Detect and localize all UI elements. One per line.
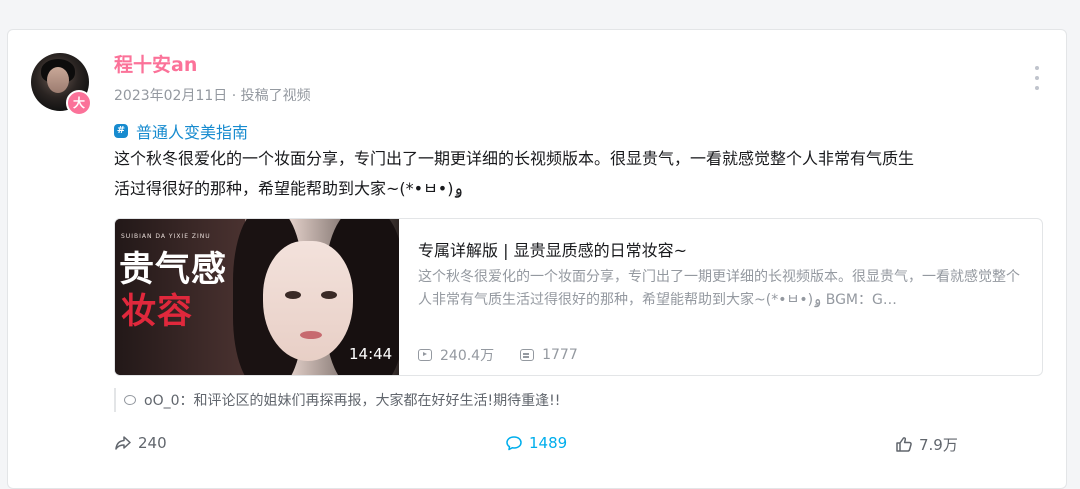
comment-icon	[506, 436, 522, 451]
video-card[interactable]: SUIBIAN DA YIXIE ZINU 贵气感 妆容 14:44 专属详解版…	[114, 218, 1043, 376]
video-description: 这个秋冬很爱化的一个妆面分享，专门出了一期更详细的长视频版本。很显贵气，一看就感…	[418, 269, 1020, 308]
video-thumbnail[interactable]: SUIBIAN DA YIXIE ZINU 贵气感 妆容 14:44	[115, 219, 399, 375]
pinned-comment-text: oO_0：和评论区的姐妹们再探再报，大家都在好好生活!期待重逢!!	[144, 393, 561, 409]
view-count: 240.4万	[440, 348, 495, 364]
post-content-line: 活过得很好的那种，希望能帮助到大家~(*•ㅂ•)ۅ	[114, 179, 463, 198]
video-duration: 14:44	[349, 345, 393, 363]
more-options-icon[interactable]	[1033, 66, 1041, 90]
topic-icon: #	[114, 124, 128, 138]
thumbnail-title-2: 妆容	[121, 292, 194, 332]
like-count: 7.9万	[919, 436, 958, 454]
avatar-face	[47, 67, 69, 93]
comment-button[interactable]: 1489	[505, 434, 567, 452]
post-content: 这个秋冬很爱化的一个妆面分享，专门出了一期更详细的长视频版本。很显贵气，一看就感…	[114, 144, 1034, 204]
thumbnail-caption: SUIBIAN DA YIXIE ZINU	[121, 233, 211, 240]
share-icon	[115, 436, 131, 450]
topic-label: 普通人变美指南	[136, 123, 249, 142]
video-title[interactable]: 专属详解版 | 显贵显质感的日常妆容~	[418, 237, 687, 261]
pinned-comment[interactable]: oO_0：和评论区的姐妹们再探再报，大家都在好好生活!期待重逢!!	[114, 388, 560, 412]
comment-bubble-icon	[124, 395, 136, 405]
post-card: 大 程十安an 2023年02月11日 · 投稿了视频 # 普通人变美指南 这个…	[7, 29, 1067, 489]
forward-button[interactable]: 240	[114, 434, 167, 452]
post-meta: 2023年02月11日 · 投稿了视频	[114, 88, 311, 104]
video-stats: 240.4万 1777	[418, 345, 604, 365]
danmaku-count: 1777	[542, 347, 578, 363]
action-bar: 240 1489 7.9万	[8, 426, 1068, 462]
comment-count: 1489	[529, 434, 568, 452]
like-button[interactable]: 7.9万	[895, 434, 958, 455]
thumbs-up-icon	[896, 437, 912, 452]
forward-count: 240	[138, 434, 167, 452]
play-count-icon	[418, 349, 432, 361]
post-content-line: 这个秋冬很爱化的一个妆面分享，专门出了一期更详细的长视频版本。很显贵气，一看就感…	[114, 149, 915, 168]
vip-badge: 大	[66, 90, 92, 116]
author-name[interactable]: 程十安an	[114, 50, 197, 77]
danmaku-icon	[520, 349, 535, 361]
topic-link[interactable]: # 普通人变美指南	[114, 119, 248, 143]
